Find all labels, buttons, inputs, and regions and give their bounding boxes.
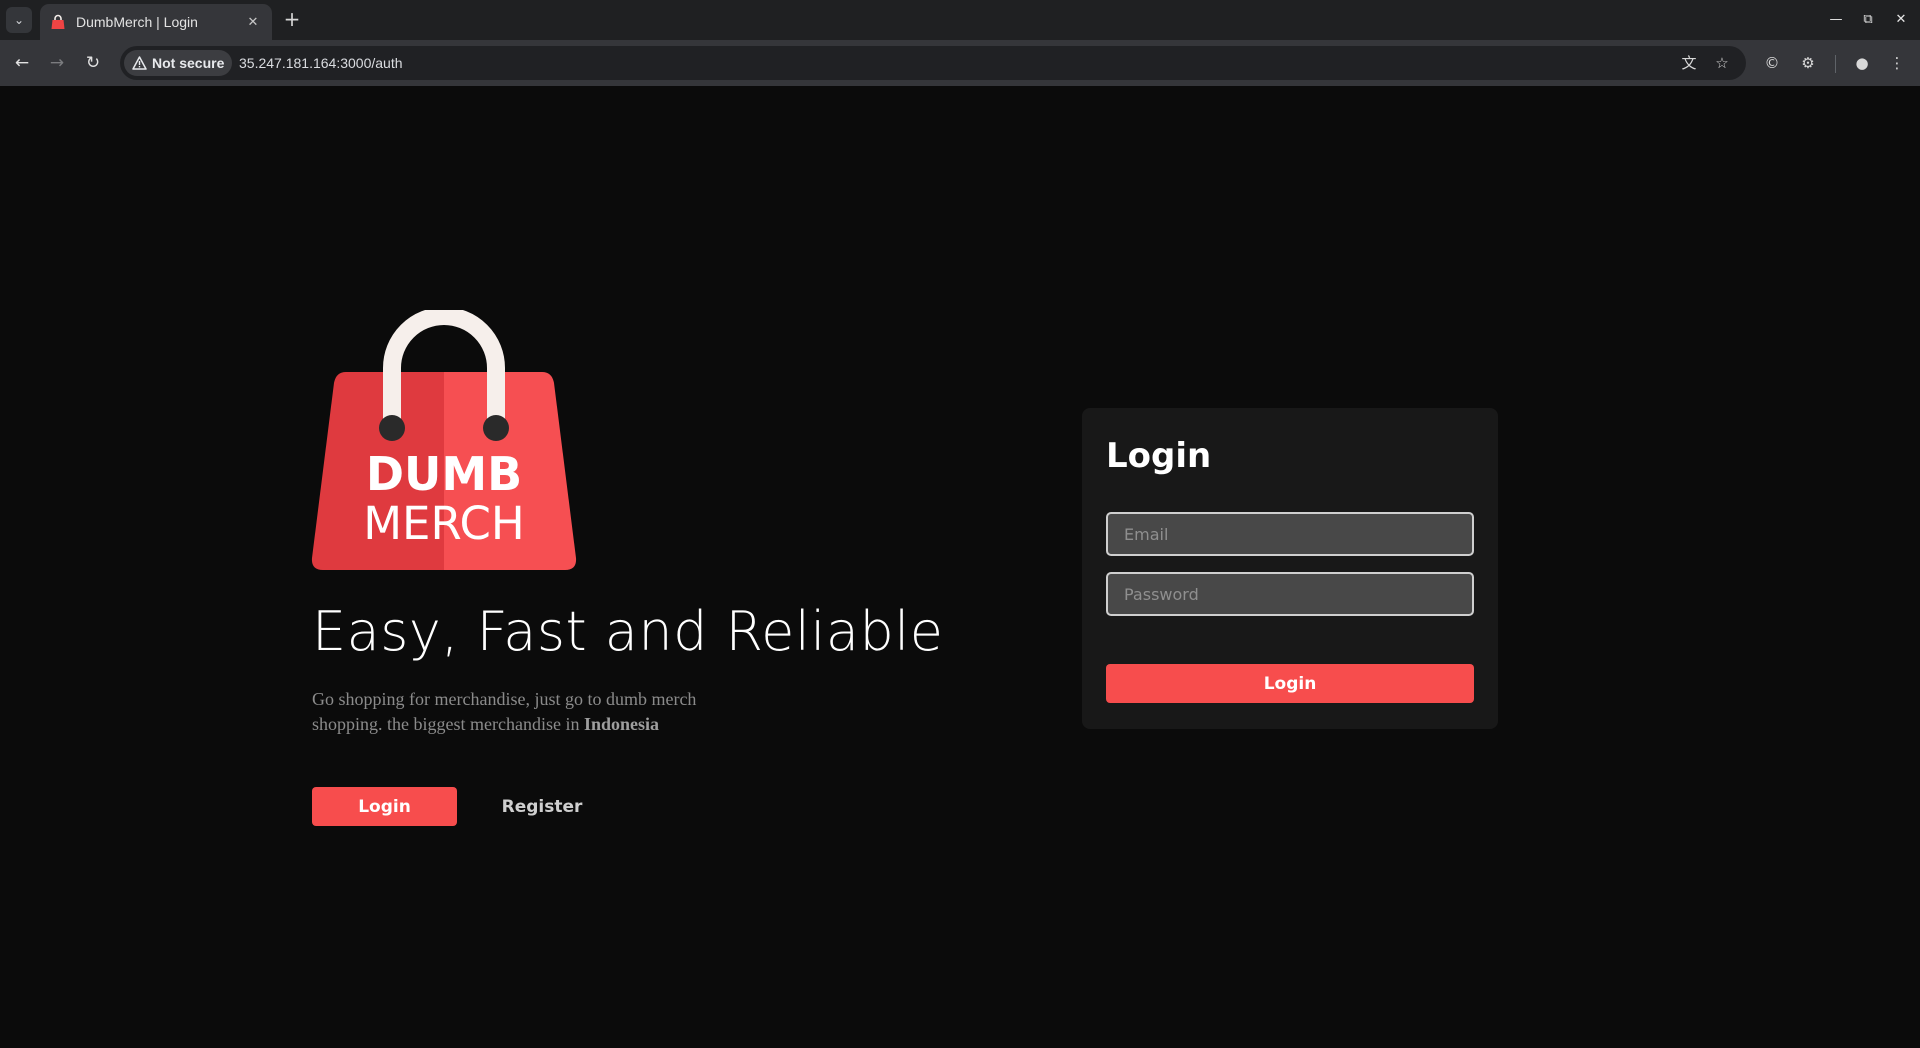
window-close-icon[interactable]: ✕ <box>1891 10 1911 30</box>
dumbmerch-logo: DUMB MERCH <box>311 310 577 570</box>
reload-icon[interactable]: ↻ <box>81 51 105 75</box>
close-icon[interactable]: ✕ <box>244 15 262 30</box>
email-input[interactable] <box>1106 512 1474 556</box>
bookmark-star-icon[interactable]: ☆ <box>1711 52 1733 74</box>
translate-icon[interactable]: 文 <box>1678 52 1700 74</box>
tab-title: DumbMerch | Login <box>76 14 198 30</box>
forward-arrow-icon[interactable]: → <box>45 51 69 75</box>
back-arrow-icon[interactable]: ← <box>10 51 34 75</box>
warning-triangle-icon <box>132 56 147 70</box>
extensions-puzzle-icon[interactable]: ⚙ <box>1797 52 1819 74</box>
auth-page: DUMB MERCH Easy, Fast and Reliable Go sh… <box>0 86 1920 1048</box>
tagline-country: Indonesia <box>583 714 659 734</box>
menu-kebab-icon[interactable]: ⋮ <box>1886 52 1908 74</box>
browser-tabstrip: ⌄ DumbMerch | Login ✕ + — ⧉ ✕ <box>0 0 1920 40</box>
browser-toolbar: ← → ↻ Not secure 35.247.181.164:3000/aut… <box>0 40 1920 86</box>
hero-tagline: Go shopping for merchandise, just go to … <box>312 687 742 737</box>
login-card-title: Login <box>1106 436 1212 476</box>
minimize-icon[interactable]: — <box>1826 10 1846 30</box>
chevron-down-icon: ⌄ <box>13 13 25 27</box>
shopping-bag-favicon-icon <box>51 14 65 29</box>
extension-c-icon[interactable]: © <box>1761 52 1783 74</box>
logo-text-dumb: DUMB <box>366 447 522 501</box>
address-bar[interactable]: Not secure 35.247.181.164:3000/auth 文 ☆ <box>120 46 1746 80</box>
login-card: Login Login <box>1082 408 1498 729</box>
password-input[interactable] <box>1106 572 1474 616</box>
browser-tab-active[interactable]: DumbMerch | Login ✕ <box>40 4 272 40</box>
profile-avatar-icon[interactable]: ● <box>1851 52 1873 74</box>
toolbar-divider <box>1835 55 1836 73</box>
hero-login-button[interactable]: Login <box>312 787 457 826</box>
logo-text-merch: MERCH <box>363 497 525 550</box>
security-label: Not secure <box>152 55 225 71</box>
hero-headline: Easy, Fast and Reliable <box>312 600 944 663</box>
url-text[interactable]: 35.247.181.164:3000/auth <box>239 55 403 71</box>
hero-register-button[interactable]: Register <box>486 787 598 826</box>
tab-search-button[interactable]: ⌄ <box>6 7 32 33</box>
login-submit-button[interactable]: Login <box>1106 664 1474 703</box>
security-indicator[interactable]: Not secure <box>124 50 233 76</box>
restore-icon[interactable]: ⧉ <box>1858 10 1878 30</box>
new-tab-plus-icon[interactable]: + <box>280 8 304 32</box>
